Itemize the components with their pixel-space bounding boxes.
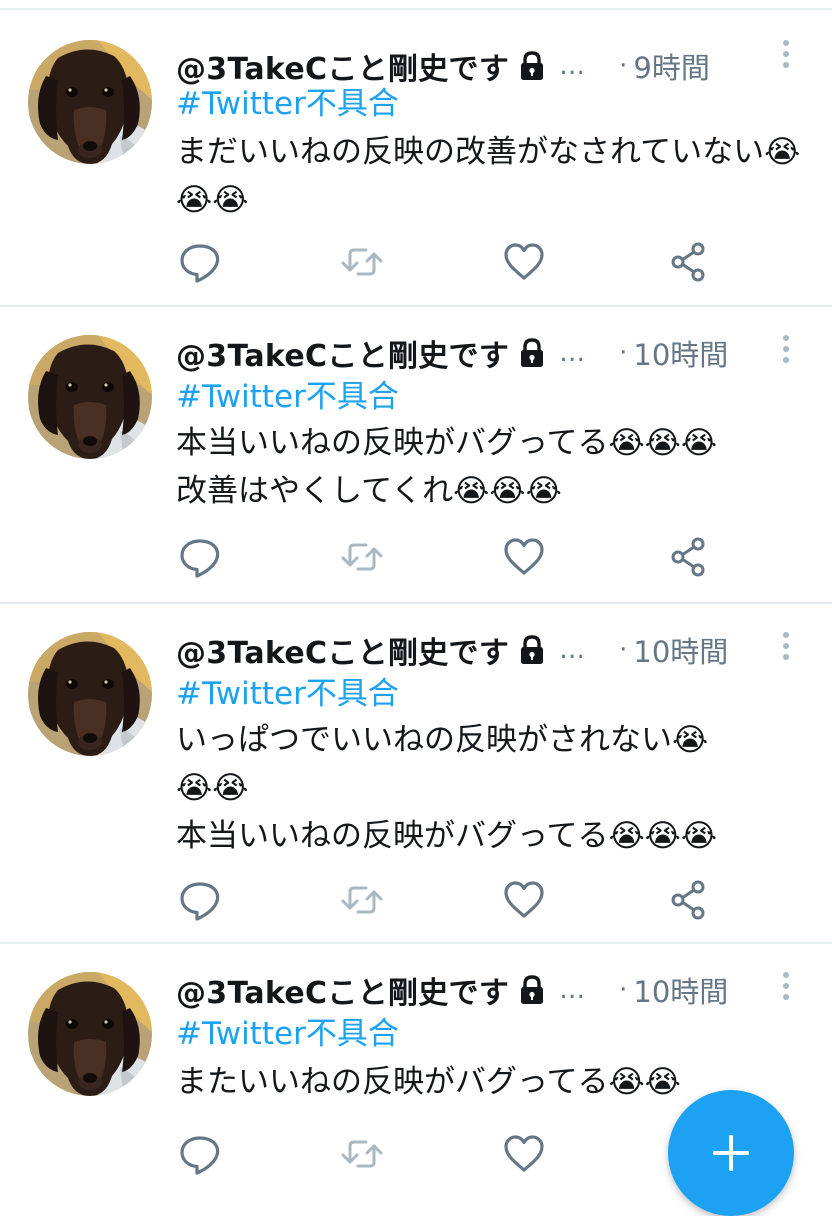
hashtag-link[interactable]: #Twitter不具合 <box>176 1012 399 1056</box>
tweet-actions <box>176 535 736 579</box>
tweet-actions <box>176 1132 736 1176</box>
tweet-actions <box>176 878 736 922</box>
timestamp[interactable]: 10時間 <box>633 629 728 671</box>
hashtag-link[interactable]: #Twitter不具合 <box>176 82 399 126</box>
lock-icon <box>519 975 545 1005</box>
separator-dot: · <box>619 635 628 665</box>
tweet-text: いっぱつでいいねの反映がされない😭 😭😭 本当いいねの反映がバグってる😭😭😭 <box>176 722 718 854</box>
avatar[interactable] <box>28 335 152 459</box>
retweet-icon[interactable] <box>340 240 384 284</box>
reply-icon[interactable] <box>178 878 222 922</box>
hashtag-link[interactable]: #Twitter不具合 <box>176 375 399 419</box>
separator-dot: · <box>619 338 628 368</box>
more-vertical-icon[interactable] <box>778 335 794 371</box>
tweet[interactable]: @3TakeCこと剛史です … · 10時間 #Twitter不具合 本当いいね… <box>0 307 832 604</box>
compose-tweet-button[interactable] <box>668 1090 794 1216</box>
timestamp[interactable]: 10時間 <box>633 332 728 374</box>
share-icon[interactable] <box>666 535 710 579</box>
heart-icon[interactable] <box>502 878 546 922</box>
reply-icon[interactable] <box>178 1132 222 1176</box>
heart-icon[interactable] <box>502 535 546 579</box>
reply-icon[interactable] <box>178 240 222 284</box>
lock-icon <box>519 51 545 81</box>
separator-dot: · <box>619 51 628 81</box>
retweet-icon[interactable] <box>340 1132 384 1176</box>
name-overflow-ellipsis: … <box>559 975 586 1005</box>
share-icon[interactable] <box>666 240 710 284</box>
retweet-icon[interactable] <box>340 535 384 579</box>
more-vertical-icon[interactable] <box>778 632 794 668</box>
display-name[interactable]: @3TakeCこと剛史です <box>176 331 509 375</box>
tweet-text: 本当いいねの反映がバグってる😭😭😭 改善はやくしてくれ😭😭😭 <box>176 425 718 509</box>
more-vertical-icon[interactable] <box>778 972 794 1008</box>
tweet-text: まだいいねの反映の改善がなされていない😭😭😭 <box>176 134 801 218</box>
display-name[interactable]: @3TakeCこと剛史です <box>176 968 509 1012</box>
avatar[interactable] <box>28 972 152 1096</box>
name-overflow-ellipsis: … <box>559 51 586 81</box>
more-vertical-icon[interactable] <box>778 40 794 76</box>
tweet-header: @3TakeCこと剛史です … · 10時間 <box>176 331 806 375</box>
heart-icon[interactable] <box>502 1132 546 1176</box>
hashtag-link[interactable]: #Twitter不具合 <box>176 672 399 716</box>
tweet[interactable]: @3TakeCこと剛史です … · 9時間 #Twitter不具合 まだいいねの… <box>0 10 832 307</box>
retweet-icon[interactable] <box>340 878 384 922</box>
avatar[interactable] <box>28 632 152 756</box>
display-name[interactable]: @3TakeCこと剛史です <box>176 628 509 672</box>
heart-icon[interactable] <box>502 240 546 284</box>
tweet-header: @3TakeCこと剛史です … · 10時間 <box>176 968 806 1012</box>
timeline-feed: @3TakeCこと剛史です … · 9時間 #Twitter不具合 まだいいねの… <box>0 0 832 1200</box>
lock-icon <box>519 338 545 368</box>
name-overflow-ellipsis: … <box>559 635 586 665</box>
timestamp[interactable]: 10時間 <box>633 969 728 1011</box>
tweet-header: @3TakeCこと剛史です … · 10時間 <box>176 628 806 672</box>
share-icon[interactable] <box>666 878 710 922</box>
name-overflow-ellipsis: … <box>559 338 586 368</box>
timestamp[interactable]: 9時間 <box>633 45 709 87</box>
tweet-actions <box>176 240 736 284</box>
plus-icon <box>713 1135 749 1171</box>
reply-icon[interactable] <box>178 535 222 579</box>
lock-icon <box>519 635 545 665</box>
tweet[interactable]: @3TakeCこと剛史です … · 10時間 #Twitter不具合 いっぱつで… <box>0 604 832 944</box>
avatar[interactable] <box>28 40 152 164</box>
separator-dot: · <box>619 975 628 1005</box>
